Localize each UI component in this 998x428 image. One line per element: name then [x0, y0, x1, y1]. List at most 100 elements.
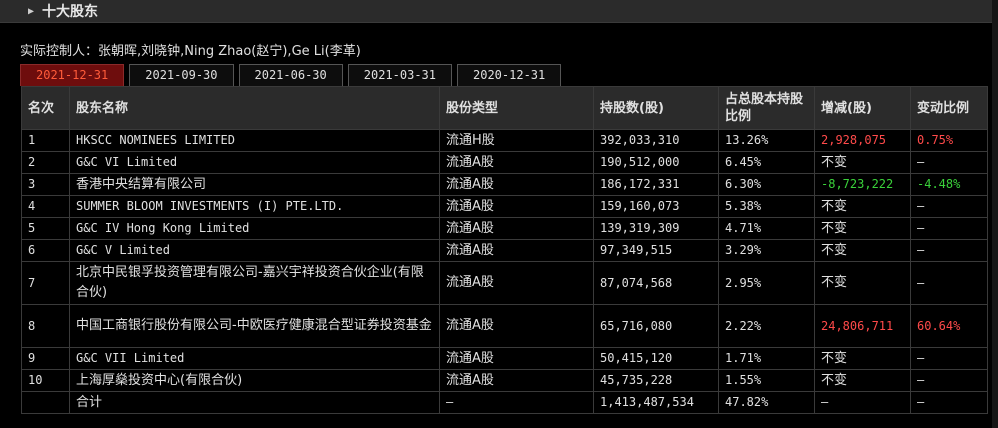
change-pct-cell: —: [910, 261, 988, 305]
col-header-type: 股份类型: [439, 86, 594, 130]
actual-controller-text: 实际控制人：张朝晖,刘晓钟,Ning Zhao(赵宁),Ge Li(李革): [20, 44, 361, 59]
change-pct-cell: —: [910, 239, 988, 262]
table-row: 7 北京中民银孚投资管理有限公司-嘉兴宇祥投资合伙企业(有限合伙) 流通A股 87,0…: [21, 261, 988, 305]
table-row: 9 G&C VII Limited 流通A股 50,415,120 1.71% 不变 —: [21, 347, 988, 370]
total-pct: 47.82%: [718, 391, 815, 414]
col-header-change: 增减(股): [814, 86, 911, 130]
change-cell: 不变: [814, 217, 911, 240]
total-change-pct: —: [910, 391, 988, 414]
change-cell: 不变: [814, 369, 911, 392]
table-row: 4 SUMMER BLOOM INVESTMENTS (I) PTE.LTD. 流通…: [21, 195, 988, 218]
rank-cell: 2: [21, 151, 70, 174]
change-cell: 不变: [814, 195, 911, 218]
shares-cell: 87,074,568: [593, 261, 719, 305]
change-pct-cell: —: [910, 369, 988, 392]
shares-cell: 159,160,073: [593, 195, 719, 218]
table-row: 2 G&C VI Limited 流通A股 190,512,000 6.45% 不变 —: [21, 151, 988, 174]
table-row: 3 香港中央结算有限公司 流通A股 186,172,331 6.30% -8,723,22…: [21, 173, 988, 196]
share-type-cell: 流通H股: [439, 129, 594, 152]
share-type-cell: 流通A股: [439, 261, 594, 305]
tab-date[interactable]: 2021-12-31: [20, 64, 125, 86]
holding-pct-cell: 2.22%: [718, 304, 815, 348]
col-header-name: 股东名称: [69, 86, 440, 130]
holding-pct-cell: 6.30%: [718, 173, 815, 196]
shareholder-name-cell: 北京中民银孚投资管理有限公司-嘉兴宇祥投资合伙企业(有限合伙): [69, 261, 440, 305]
change-pct-cell: —: [910, 151, 988, 174]
shares-cell: 139,319,309: [593, 217, 719, 240]
holding-pct-cell: 3.29%: [718, 239, 815, 262]
total-shares: 1,413,487,534: [593, 391, 719, 414]
total-row: 合计 — 1,413,487,534 47.82% — —: [21, 391, 988, 414]
rank-cell: 6: [21, 239, 70, 262]
change-pct-cell: 0.75%: [910, 129, 988, 152]
shareholder-name-cell: G&C VII Limited: [69, 347, 440, 370]
change-pct-cell: -4.48%: [910, 173, 988, 196]
shares-cell: 97,349,515: [593, 239, 719, 262]
holding-pct-cell: 4.71%: [718, 217, 815, 240]
tab-date[interactable]: 2020-12-31: [457, 64, 562, 86]
shares-cell: 65,716,080: [593, 304, 719, 348]
change-pct-cell: —: [910, 347, 988, 370]
shareholder-name-cell: 中国工商银行股份有限公司-中欧医疗健康混合型证券投资基金: [69, 304, 440, 348]
total-type: —: [439, 391, 594, 414]
shares-cell: 45,735,228: [593, 369, 719, 392]
share-type-cell: 流通A股: [439, 369, 594, 392]
change-cell: -8,723,222: [814, 173, 911, 196]
top-shareholders-table: 名次 股东名称 股份类型 持股数(股) 占总股本持股比例 增减(股) 变动比例 …: [21, 86, 988, 414]
vertical-scrollbar[interactable]: [992, 0, 998, 428]
share-type-cell: 流通A股: [439, 195, 594, 218]
total-label: 合计: [69, 391, 440, 414]
share-type-cell: 流通A股: [439, 347, 594, 370]
share-type-cell: 流通A股: [439, 304, 594, 348]
section-title: 十大股东: [42, 4, 99, 20]
tab-date[interactable]: 2021-06-30: [238, 64, 343, 86]
total-change: —: [814, 391, 911, 414]
share-type-cell: 流通A股: [439, 151, 594, 174]
change-cell: 不变: [814, 151, 911, 174]
change-pct-cell: —: [910, 217, 988, 240]
rank-cell: 5: [21, 217, 70, 240]
change-cell: 不变: [814, 239, 911, 262]
rank-cell: 8: [21, 304, 70, 348]
table-row: 8 中国工商银行股份有限公司-中欧医疗健康混合型证券投资基金 流通A股 65,716,…: [21, 304, 988, 348]
shareholder-name-cell: 上海厚燊投资中心(有限合伙): [69, 369, 440, 392]
section-header[interactable]: ▶ 十大股东: [0, 0, 998, 23]
collapse-triangle-icon[interactable]: ▶: [28, 6, 34, 17]
change-cell: 不变: [814, 261, 911, 305]
col-header-rank: 名次: [21, 86, 70, 130]
shares-cell: 186,172,331: [593, 173, 719, 196]
holding-pct-cell: 1.71%: [718, 347, 815, 370]
col-header-shares: 持股数(股): [593, 86, 719, 130]
tab-date[interactable]: 2021-03-31: [347, 64, 452, 86]
share-type-cell: 流通A股: [439, 173, 594, 196]
table-row: 6 G&C V Limited 流通A股 97,349,515 3.29% 不变 —: [21, 239, 988, 262]
col-header-pct: 占总股本持股比例: [718, 86, 815, 130]
holding-pct-cell: 1.55%: [718, 369, 815, 392]
holding-pct-cell: 5.38%: [718, 195, 815, 218]
share-type-cell: 流通A股: [439, 217, 594, 240]
shareholder-name-cell: SUMMER BLOOM INVESTMENTS (I) PTE.LTD.: [69, 195, 440, 218]
table-header-row: 名次 股东名称 股份类型 持股数(股) 占总股本持股比例 增减(股) 变动比例: [21, 86, 988, 130]
change-cell: 2,928,075: [814, 129, 911, 152]
table-row: 5 G&C IV Hong Kong Limited 流通A股 139,319,309…: [21, 217, 988, 240]
change-cell: 24,806,711: [814, 304, 911, 348]
rank-cell: 4: [21, 195, 70, 218]
col-header-change-pct: 变动比例: [910, 86, 988, 130]
change-cell: 不变: [814, 347, 911, 370]
table-row: 1 HKSCC NOMINEES LIMITED 流通H股 392,033,310 13…: [21, 129, 988, 152]
date-tabs: 2021-12-31 2021-09-30 2021-06-30 2021-03…: [20, 64, 566, 86]
rank-cell: 7: [21, 261, 70, 305]
shares-cell: 190,512,000: [593, 151, 719, 174]
share-type-cell: 流通A股: [439, 239, 594, 262]
rank-cell: 3: [21, 173, 70, 196]
shareholder-name-cell: HKSCC NOMINEES LIMITED: [69, 129, 440, 152]
table-row: 10 上海厚燊投资中心(有限合伙) 流通A股 45,735,228 1.55% 不变 —: [21, 369, 988, 392]
holding-pct-cell: 13.26%: [718, 129, 815, 152]
tab-date[interactable]: 2021-09-30: [129, 64, 234, 86]
shareholder-name-cell: G&C V Limited: [69, 239, 440, 262]
holding-pct-cell: 6.45%: [718, 151, 815, 174]
shareholder-name-cell: G&C IV Hong Kong Limited: [69, 217, 440, 240]
rank-cell: 10: [21, 369, 70, 392]
shares-cell: 50,415,120: [593, 347, 719, 370]
holding-pct-cell: 2.95%: [718, 261, 815, 305]
